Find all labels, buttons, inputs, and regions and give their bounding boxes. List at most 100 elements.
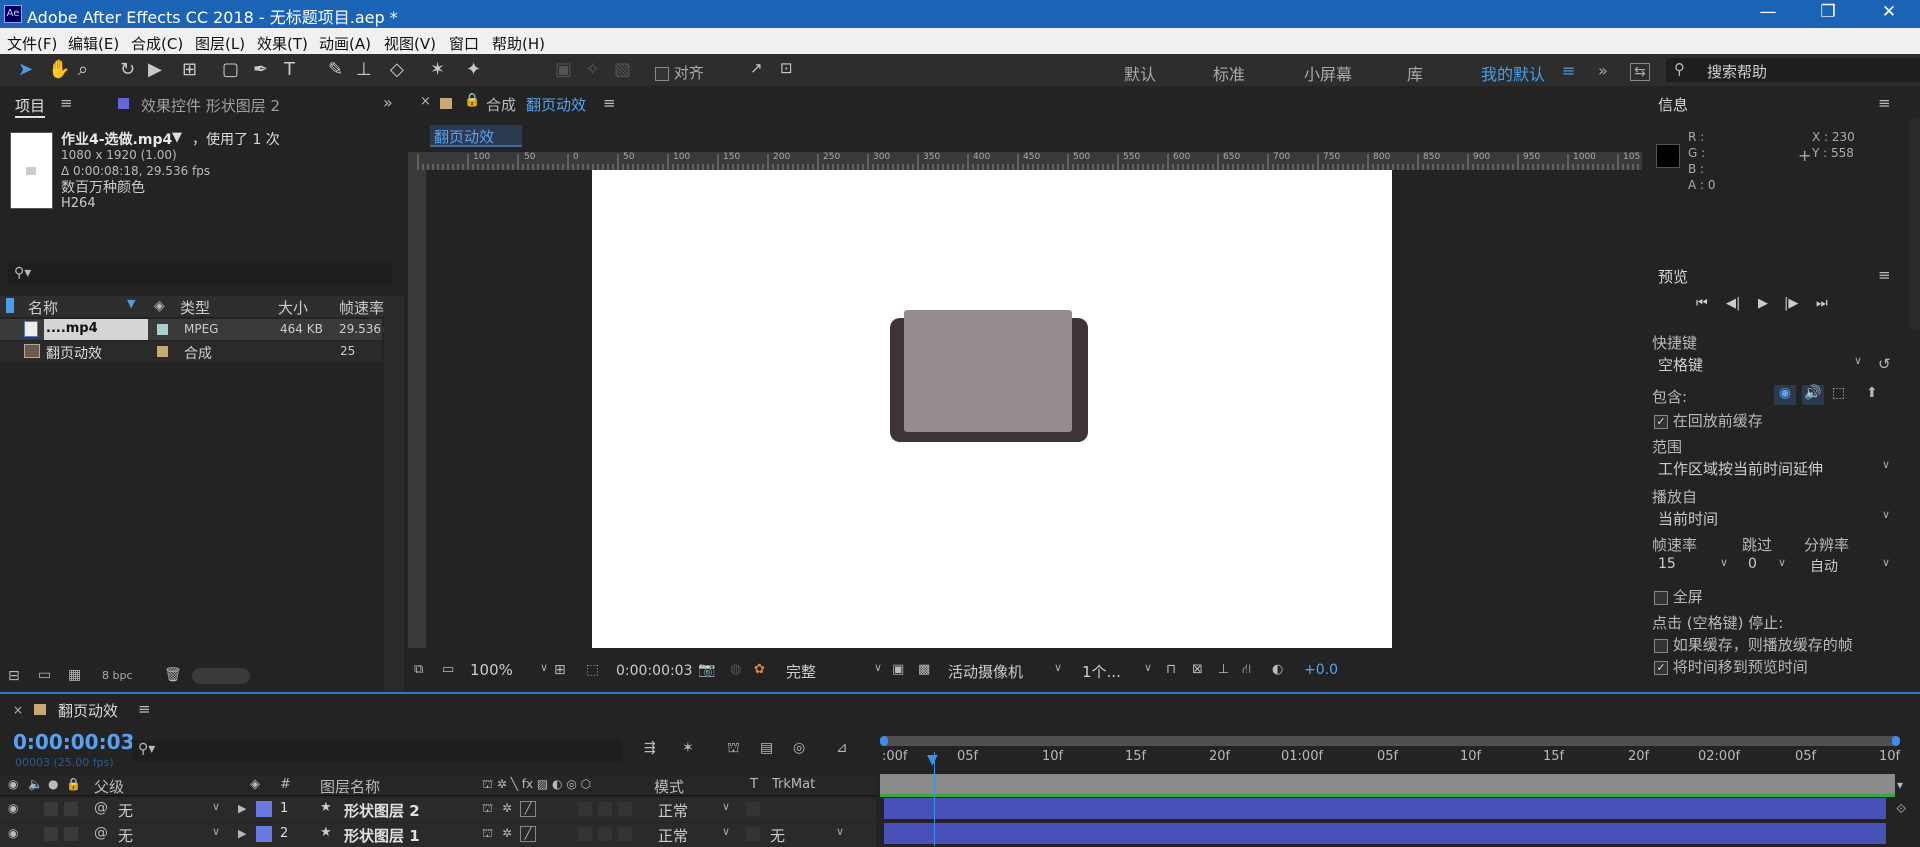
monitor-icon[interactable]: ▭ xyxy=(442,662,454,677)
shy-switch-icon[interactable]: ⛫ xyxy=(482,826,493,842)
snap-edge-icon[interactable]: ↗ xyxy=(750,59,763,77)
grid-guides-icon[interactable]: ⊞ xyxy=(554,662,566,678)
hand-tool-icon[interactable]: ✋ xyxy=(48,59,70,80)
col-trkmat[interactable]: TrkMat xyxy=(772,777,815,792)
keyframe-nav-icon[interactable]: ⟐ xyxy=(1896,802,1906,817)
col-fps[interactable]: 帧速率 xyxy=(339,297,384,318)
lock-box[interactable] xyxy=(64,802,78,816)
minimize-button[interactable]: — xyxy=(1745,2,1791,22)
shy-switch-icon[interactable]: ⛫ xyxy=(482,801,493,817)
label-column-icon[interactable]: ◈ xyxy=(250,777,260,792)
layer-label-color[interactable] xyxy=(256,826,272,842)
comp-viewer[interactable] xyxy=(426,170,1642,648)
include-audio-icon[interactable]: 🔊 xyxy=(1802,385,1824,405)
layer-name[interactable]: 形状图层 1 xyxy=(344,825,420,846)
graph-editor-icon[interactable]: ⊿ xyxy=(836,740,848,756)
preserve-transparency-box[interactable] xyxy=(746,827,760,841)
move-time-option[interactable]: ✓ 将时间移到预览时间 xyxy=(1654,656,1808,677)
list-item[interactable]: 翻页动效 合成 25 xyxy=(0,341,382,362)
eraser-tool-icon[interactable]: ◇ xyxy=(390,59,404,80)
include-overlays-icon[interactable]: ⬚ xyxy=(1832,385,1845,401)
label-column-icon[interactable]: ◈ xyxy=(154,298,165,314)
new-composition-icon[interactable]: ▦ xyxy=(68,667,81,683)
brush-tool-icon[interactable]: ✎ xyxy=(328,59,343,80)
info-title[interactable]: 信息 xyxy=(1658,94,1688,115)
menu-animation[interactable]: 动画(A) xyxy=(319,30,371,54)
col-parent[interactable]: 父级 xyxy=(94,776,124,797)
fullscreen-checkbox[interactable] xyxy=(1654,590,1668,605)
move-time-checkbox[interactable]: ✓ xyxy=(1654,660,1668,675)
menu-edit[interactable]: 编辑(E) xyxy=(68,30,119,54)
navigator-start-handle[interactable] xyxy=(880,736,888,746)
layer-duration-bar[interactable] xyxy=(884,798,1886,819)
panel-menu-icon[interactable]: ≡ xyxy=(1878,94,1891,112)
preserve-transparency-box[interactable] xyxy=(746,802,760,816)
workspace-menu-icon[interactable]: ≡ xyxy=(1562,61,1575,80)
fast-previews-icon[interactable]: ⊠ xyxy=(1192,662,1203,677)
project-zoom-slider[interactable] xyxy=(192,668,250,684)
fps-dropdown[interactable]: 15 ∨ xyxy=(1652,556,1734,578)
col-size[interactable]: 大小 xyxy=(278,297,308,318)
panel-menu-icon[interactable]: ≡ xyxy=(603,94,616,112)
transparency-grid-icon[interactable]: ▩ xyxy=(918,662,930,677)
label-color-swatch[interactable] xyxy=(157,324,168,335)
switch-box[interactable] xyxy=(598,802,612,816)
world-axis-icon[interactable]: ✧ xyxy=(585,59,600,80)
last-frame-icon[interactable]: ⏭ xyxy=(1816,296,1828,311)
parent-dropdown[interactable]: 无 ∨ xyxy=(118,800,226,821)
workspace-default[interactable]: 默认 xyxy=(1124,61,1156,85)
lock-icon[interactable]: 🔒 xyxy=(464,93,480,108)
time-navigator[interactable] xyxy=(880,736,1900,746)
blend-mode-dropdown[interactable]: 正常 ∨ xyxy=(658,800,736,821)
solo-box[interactable] xyxy=(44,827,58,841)
comp-mini-flowchart-icon[interactable]: ⇶ xyxy=(644,740,656,756)
hide-shy-layers-icon[interactable]: ⛫ xyxy=(727,740,740,758)
close-tab-icon[interactable]: × xyxy=(420,94,431,109)
solo-box[interactable] xyxy=(44,802,58,816)
eye-icon[interactable]: ◉ xyxy=(8,801,18,815)
clone-stamp-tool-icon[interactable]: ⊥ xyxy=(356,59,372,80)
reset-icon[interactable]: ↺ xyxy=(1878,355,1891,373)
video-toggle-icon[interactable]: ◉ xyxy=(8,777,18,791)
expand-triangle-icon[interactable]: ▶ xyxy=(238,827,246,840)
lock-icon[interactable]: 🔒 xyxy=(66,777,81,791)
current-time-display[interactable]: 0:00:00:03 xyxy=(616,663,693,679)
layer-row[interactable]: ◉ @ 无 ∨ ▶ 1 ★ 形状图层 2 ⛫ ✲ ╱ 正常 ∨ xyxy=(0,798,876,822)
draft-3d-icon[interactable]: ✶ xyxy=(682,740,694,756)
info-scrollbar[interactable] xyxy=(1910,118,1920,330)
puppet-tool-icon[interactable]: ✦ xyxy=(466,59,481,80)
col-mode[interactable]: 模式 xyxy=(654,776,684,797)
camera-dropdown[interactable]: 活动摄像机 ∨ xyxy=(948,661,1068,682)
previous-frame-icon[interactable]: ◀| xyxy=(1726,296,1740,311)
layer-label-color[interactable] xyxy=(256,801,272,817)
fullscreen-option[interactable]: 全屏 xyxy=(1654,586,1703,607)
mask-visibility-icon[interactable]: ⬚ xyxy=(586,662,599,678)
menu-layer[interactable]: 图层(L) xyxy=(195,30,245,54)
panel-menu-icon[interactable]: ≡ xyxy=(60,94,73,112)
snap-grid-icon[interactable]: ⊡ xyxy=(780,59,793,77)
close-button[interactable]: ✕ xyxy=(1866,2,1912,22)
preview-title[interactable]: 预览 xyxy=(1658,266,1688,287)
layer-duration-bar[interactable] xyxy=(884,823,1886,844)
panel-menu-icon[interactable]: ≡ xyxy=(1878,266,1891,284)
cache-checkbox[interactable]: ✓ xyxy=(1654,414,1668,429)
switch-box[interactable] xyxy=(618,827,632,841)
frame-blending-icon[interactable]: ▤ xyxy=(760,740,773,756)
include-video-icon[interactable]: ◉ xyxy=(1774,385,1796,405)
help-search-input[interactable]: 搜索帮助 xyxy=(1707,61,1767,82)
card-front-shape[interactable] xyxy=(904,310,1072,432)
delete-icon[interactable]: 🗑 xyxy=(164,667,182,683)
col-name[interactable]: 名称 xyxy=(28,297,58,318)
skip-dropdown[interactable]: 0 ∨ xyxy=(1742,556,1792,578)
playhead-line[interactable]: ▼ xyxy=(927,752,938,846)
col-layer-name[interactable]: 图层名称 xyxy=(320,776,380,797)
roto-brush-tool-icon[interactable]: ✶ xyxy=(430,59,445,80)
bpc-label[interactable]: 8 bpc xyxy=(102,669,133,682)
menu-view[interactable]: 视图(V) xyxy=(384,30,436,54)
parent-dropdown[interactable]: 无 ∨ xyxy=(118,825,226,846)
quality-switch-icon[interactable]: ╱ xyxy=(520,801,536,817)
trkmat-dropdown[interactable]: 无 ∨ xyxy=(770,825,850,846)
reset-exposure-icon[interactable]: ◐ xyxy=(1272,662,1283,677)
pan-behind-tool-icon[interactable]: ⊞ xyxy=(182,59,197,80)
panel-overflow-icon[interactable]: » xyxy=(383,93,393,112)
